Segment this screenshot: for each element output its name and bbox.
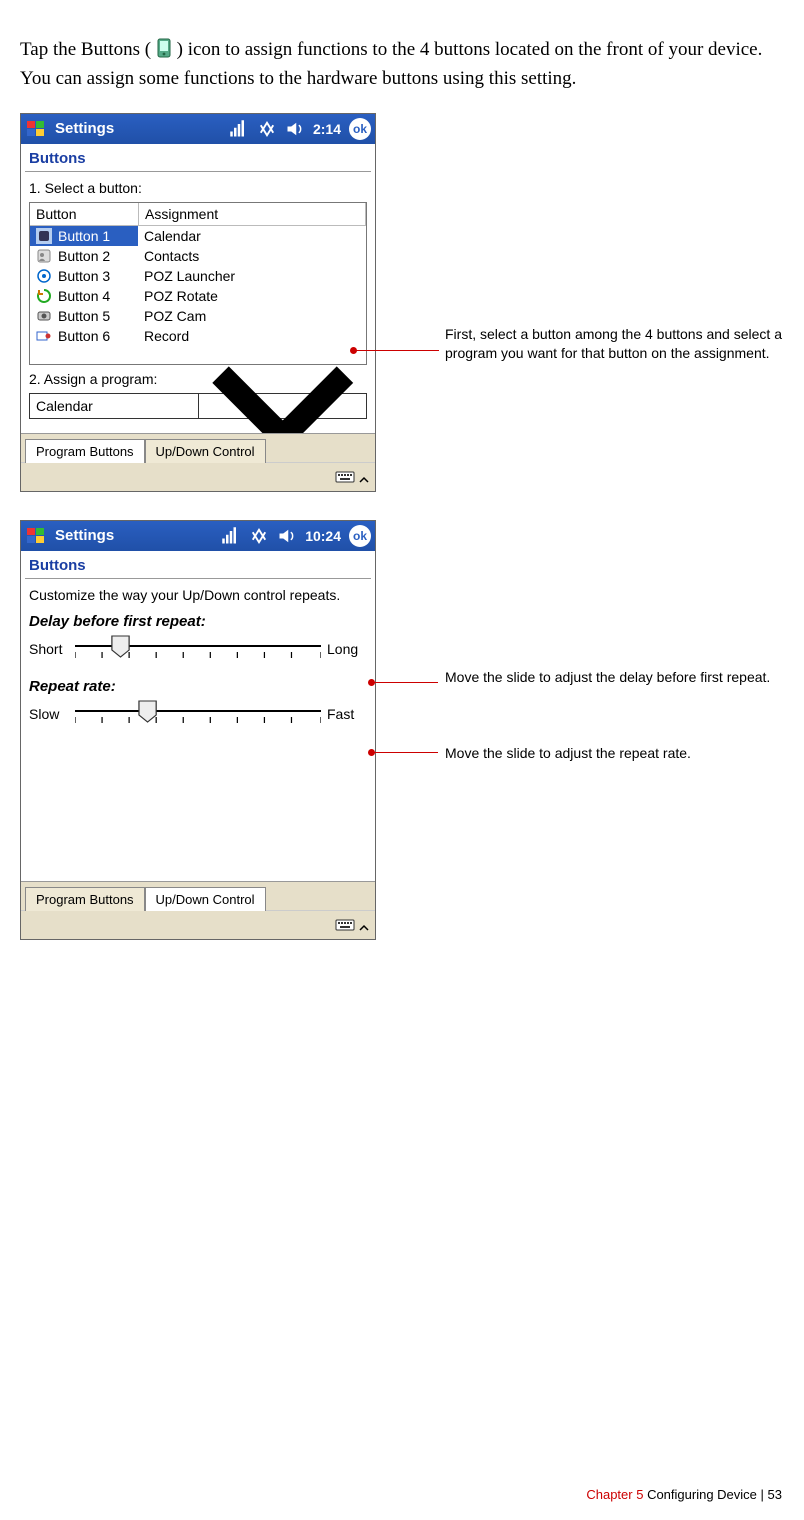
sip-up-icon[interactable] bbox=[359, 920, 369, 930]
screenshot-updown-control: Settings 10:24 ok Buttons Customize the … bbox=[20, 520, 376, 940]
clock-time[interactable]: 2:14 bbox=[313, 121, 341, 137]
row-btn: Button 1 bbox=[58, 228, 110, 244]
row-asg: Contacts bbox=[138, 246, 366, 266]
delay-slider[interactable] bbox=[75, 634, 321, 664]
speaker-icon[interactable] bbox=[277, 526, 297, 546]
label-long: Long bbox=[327, 641, 367, 657]
table-row[interactable]: Button 4 POZ Rotate bbox=[30, 286, 366, 306]
row-asg: Calendar bbox=[138, 226, 366, 246]
rate-slider-row: Slow Fast bbox=[21, 697, 375, 731]
rate-slider[interactable] bbox=[75, 699, 321, 729]
row-asg: POZ Cam bbox=[138, 306, 366, 326]
row-btn: Button 6 bbox=[58, 328, 110, 344]
table-row[interactable]: Button 3 POZ Launcher bbox=[30, 266, 366, 286]
updown-desc: Customize the way your Up/Down control r… bbox=[21, 585, 375, 609]
keyboard-icon[interactable] bbox=[335, 915, 355, 935]
keyboard-icon[interactable] bbox=[335, 467, 355, 487]
clock-time[interactable]: 10:24 bbox=[305, 528, 341, 544]
footer-page: 53 bbox=[768, 1487, 782, 1502]
signal-icon[interactable] bbox=[229, 119, 249, 139]
annotation-delay-slider: Move the slide to adjust the delay befor… bbox=[445, 668, 785, 687]
connection-icon[interactable] bbox=[249, 526, 269, 546]
page-footer: Chapter 5 Configuring Device | 53 bbox=[586, 1487, 782, 1502]
delay-heading: Delay before first repeat: bbox=[21, 609, 375, 632]
window-titlebar: Settings 10:24 ok bbox=[21, 521, 375, 551]
signal-icon[interactable] bbox=[221, 526, 241, 546]
speaker-icon[interactable] bbox=[285, 119, 305, 139]
intro-paragraph: Tap the Buttons ( ) icon to assign funct… bbox=[20, 35, 784, 94]
tab-program-buttons[interactable]: Program Buttons bbox=[25, 439, 145, 463]
callout-line bbox=[355, 350, 439, 351]
tab-updown-control[interactable]: Up/Down Control bbox=[145, 887, 266, 911]
col-assignment: Assignment bbox=[139, 203, 366, 226]
window-titlebar: Settings 2:14 ok bbox=[21, 114, 375, 144]
row-btn: Button 4 bbox=[58, 288, 110, 304]
annotation-select-button: First, select a button among the 4 butto… bbox=[445, 325, 785, 363]
rate-heading: Repeat rate: bbox=[21, 674, 375, 697]
buttons-icon bbox=[156, 38, 172, 58]
window-title: Settings bbox=[55, 527, 114, 544]
chevron-down-icon bbox=[198, 394, 367, 418]
ok-button[interactable]: ok bbox=[349, 118, 371, 140]
label-short: Short bbox=[29, 641, 69, 657]
tab-updown-control[interactable]: Up/Down Control bbox=[145, 439, 266, 463]
page-title: Buttons bbox=[21, 144, 375, 171]
assign-program-select[interactable]: Calendar bbox=[29, 393, 367, 419]
combo-value: Calendar bbox=[30, 398, 198, 414]
footer-sep: | bbox=[761, 1487, 768, 1502]
label-slow: Slow bbox=[29, 706, 69, 722]
ok-button[interactable]: ok bbox=[349, 525, 371, 547]
tab-program-buttons[interactable]: Program Buttons bbox=[25, 887, 145, 911]
table-row[interactable]: Button 1 Calendar bbox=[30, 226, 366, 246]
delay-slider-row: Short Long bbox=[21, 632, 375, 666]
row-asg: POZ Launcher bbox=[138, 266, 366, 286]
table-row[interactable]: Button 2 Contacts bbox=[30, 246, 366, 266]
tab-bar: Program Buttons Up/Down Control bbox=[21, 433, 375, 462]
label-fast: Fast bbox=[327, 706, 367, 722]
tab-bar: Program Buttons Up/Down Control bbox=[21, 881, 375, 910]
footer-title: Configuring Device bbox=[647, 1487, 757, 1502]
start-flag-icon[interactable] bbox=[25, 525, 47, 547]
callout-line bbox=[373, 682, 438, 683]
intro-text-1: Tap the Buttons ( bbox=[20, 39, 151, 60]
sip-bar bbox=[21, 910, 375, 939]
row-btn: Button 3 bbox=[58, 268, 110, 284]
table-row[interactable]: Button 5 POZ Cam bbox=[30, 306, 366, 326]
annotation-rate-slider: Move the slide to adjust the repeat rate… bbox=[445, 744, 785, 763]
screenshot-program-buttons: Settings 2:14 ok Buttons 1. Select a but… bbox=[20, 113, 376, 492]
page-title: Buttons bbox=[21, 551, 375, 578]
col-button: Button bbox=[30, 203, 139, 226]
start-flag-icon[interactable] bbox=[25, 118, 47, 140]
step-1-label: 1. Select a button: bbox=[21, 178, 375, 198]
row-asg: POZ Rotate bbox=[138, 286, 366, 306]
row-btn: Button 5 bbox=[58, 308, 110, 324]
row-btn: Button 2 bbox=[58, 248, 110, 264]
callout-line bbox=[373, 752, 438, 753]
window-title: Settings bbox=[55, 120, 114, 137]
footer-chapter: Chapter 5 bbox=[586, 1487, 643, 1502]
sip-up-icon[interactable] bbox=[359, 472, 369, 482]
connection-icon[interactable] bbox=[257, 119, 277, 139]
